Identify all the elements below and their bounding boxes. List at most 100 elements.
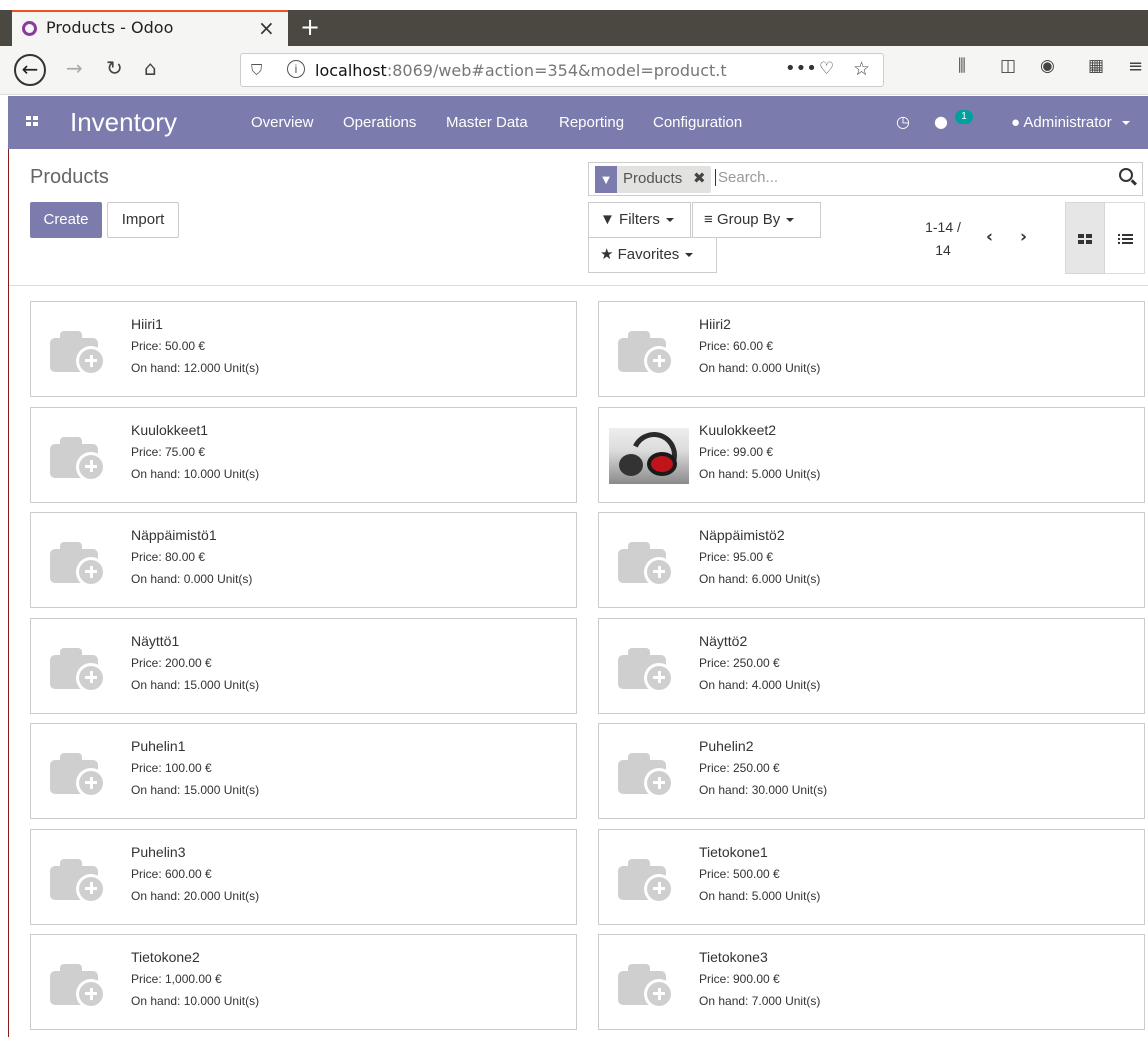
menu-overview[interactable]: Overview xyxy=(251,114,314,131)
product-card[interactable]: Näyttö1 Price: 200.00 € On hand: 15.000 … xyxy=(30,617,577,714)
groupby-button[interactable]: ≡ Group By xyxy=(692,202,821,238)
product-price: Price: 100.00 € xyxy=(131,761,212,775)
kanban-view-button[interactable] xyxy=(1065,202,1105,274)
forward-arrow-icon[interactable]: → xyxy=(66,56,83,80)
product-onhand: On hand: 7.000 Unit(s) xyxy=(699,994,821,1008)
camera-placeholder-icon xyxy=(49,959,111,1009)
product-price: Price: 99.00 € xyxy=(699,444,774,459)
product-card[interactable]: Tietokone2 Price: 1,000.00 € On hand: 10… xyxy=(30,934,577,1030)
groupby-label: Group By xyxy=(716,211,781,228)
product-card[interactable]: Hiiri2 Price: 60.00 € On hand: 0.000 Uni… xyxy=(598,301,1145,397)
search-icon[interactable] xyxy=(1119,168,1133,182)
product-card[interactable]: Kuulokkeet1 Price: 75.00 € On hand: 10.0… xyxy=(30,406,577,503)
facet-label: Products xyxy=(623,170,683,187)
product-card[interactable]: Tietokone1 Price: 500.00 € On hand: 5.00… xyxy=(598,828,1145,925)
product-name: Tietokone1 xyxy=(699,843,768,860)
tab-title: Products - Odoo xyxy=(46,18,174,37)
product-price: Price: 250.00 € xyxy=(699,655,780,670)
product-onhand: On hand: 6.000 Unit(s) xyxy=(699,572,821,586)
star-icon: ★ xyxy=(600,246,614,263)
camera-placeholder-icon xyxy=(617,959,679,1009)
control-panel: Products Create Import ▼ Products ✖ ▼ Fi… xyxy=(9,149,1148,286)
pager-next-icon[interactable]: › xyxy=(1020,227,1027,247)
pocket-icon[interactable]: ♡ xyxy=(819,59,834,79)
product-card[interactable]: Puhelin1 Price: 100.00 € On hand: 15.000… xyxy=(30,723,577,819)
menu-master-data[interactable]: Master Data xyxy=(446,114,528,131)
new-tab-icon[interactable]: + xyxy=(300,10,320,44)
product-onhand: On hand: 30.000 Unit(s) xyxy=(699,783,828,797)
filter-icon: ▼ xyxy=(600,211,615,228)
groupby-icon: ≡ xyxy=(704,211,713,228)
menu-configuration[interactable]: Configuration xyxy=(653,114,742,131)
page-actions-more-icon[interactable]: ••• xyxy=(785,58,817,79)
url-bar[interactable]: ⛉ i localhost:8069/web#action=354&model=… xyxy=(240,53,884,87)
product-card[interactable]: Hiiri1 Price: 50.00 € On hand: 12.000 Un… xyxy=(30,301,577,397)
create-button[interactable]: Create xyxy=(30,202,102,238)
camera-placeholder-icon xyxy=(617,537,679,587)
product-name: Tietokone3 xyxy=(699,949,768,965)
sidebar-toggle-icon[interactable]: ◫ xyxy=(1000,56,1016,76)
product-name: Hiiri2 xyxy=(699,316,731,332)
product-name: Näyttö1 xyxy=(131,632,180,649)
reload-icon[interactable]: ↻ xyxy=(106,56,123,80)
product-card[interactable]: Näppäimistö1 Price: 80.00 € On hand: 0.0… xyxy=(30,512,577,608)
search-facet: ▼ Products ✖ xyxy=(595,166,711,193)
camera-placeholder-icon xyxy=(617,643,679,693)
product-image-headphones xyxy=(609,427,689,484)
pager-previous-icon[interactable]: ‹ xyxy=(986,227,993,247)
apps-grid-icon[interactable] xyxy=(26,116,39,127)
camera-placeholder-icon xyxy=(617,326,679,376)
camera-placeholder-icon xyxy=(617,748,679,798)
product-name: Näyttö2 xyxy=(699,632,748,649)
bookmark-star-icon[interactable]: ☆ xyxy=(853,58,870,80)
app-brand[interactable]: Inventory xyxy=(70,107,177,138)
product-onhand: On hand: 12.000 Unit(s) xyxy=(131,361,260,375)
user-caret-icon xyxy=(1121,121,1130,126)
activity-clock-icon[interactable]: ◷ xyxy=(896,112,910,131)
menu-reporting[interactable]: Reporting xyxy=(559,114,624,131)
product-name: Puhelin1 xyxy=(131,738,186,754)
product-onhand: On hand: 20.000 Unit(s) xyxy=(131,888,260,903)
facet-remove-icon[interactable]: ✖ xyxy=(693,169,706,187)
url-text[interactable]: localhost:8069/web#action=354&model=prod… xyxy=(315,61,745,80)
product-name: Kuulokkeet1 xyxy=(131,421,209,438)
messages-count-badge: 1 xyxy=(955,110,973,124)
tabbar-background xyxy=(288,10,1148,46)
product-onhand: On hand: 5.000 Unit(s) xyxy=(699,466,821,481)
browser-tab-active[interactable]: Products - Odoo × xyxy=(12,10,288,46)
camera-placeholder-icon xyxy=(49,326,111,376)
extension-gift-icon[interactable]: ▦ xyxy=(1088,56,1104,76)
list-view-button[interactable] xyxy=(1105,202,1145,274)
product-card[interactable]: Näyttö2 Price: 250.00 € On hand: 4.000 U… xyxy=(598,617,1145,714)
site-info-icon[interactable]: i xyxy=(287,60,305,78)
filters-button[interactable]: ▼ Filters xyxy=(588,202,691,238)
menu-operations[interactable]: Operations xyxy=(343,114,416,131)
library-icon[interactable]: ⫼ xyxy=(958,56,966,76)
url-path: :8069/web#action=354&model=product.t xyxy=(386,61,727,80)
home-icon[interactable]: ⌂ xyxy=(144,56,157,80)
hamburger-menu-icon[interactable]: ≡ xyxy=(1128,56,1143,77)
messages-chat-icon[interactable]: ● xyxy=(934,112,948,131)
product-card[interactable]: Kuulokkeet2 Price: 99.00 € On hand: 5.00… xyxy=(598,406,1145,503)
back-arrow-icon[interactable]: ← xyxy=(14,54,46,86)
pager-value[interactable]: 1-14 / 14 xyxy=(915,216,971,262)
favorites-button[interactable]: ★ Favorites xyxy=(588,237,717,273)
list-view-icon xyxy=(1118,234,1133,245)
account-icon[interactable]: ◉ xyxy=(1040,56,1055,76)
tab-close-icon[interactable]: × xyxy=(258,16,275,40)
product-price: Price: 80.00 € xyxy=(131,550,206,564)
user-menu[interactable]: ● Administrator xyxy=(1011,114,1130,131)
pager-range: 1-14 / xyxy=(925,219,961,235)
product-card[interactable]: Puhelin3 Price: 600.00 € On hand: 20.000… xyxy=(30,828,577,925)
product-card[interactable]: Tietokone3 Price: 900.00 € On hand: 7.00… xyxy=(598,934,1145,1030)
product-onhand: On hand: 0.000 Unit(s) xyxy=(699,361,821,375)
favorites-caret-icon xyxy=(685,253,694,258)
tracking-shield-icon[interactable]: ⛉ xyxy=(251,61,262,79)
search-input[interactable] xyxy=(715,169,1095,186)
product-onhand: On hand: 4.000 Unit(s) xyxy=(699,677,821,692)
camera-placeholder-icon xyxy=(617,854,679,904)
import-button[interactable]: Import xyxy=(107,202,179,238)
product-card[interactable]: Puhelin2 Price: 250.00 € On hand: 30.000… xyxy=(598,723,1145,819)
product-card[interactable]: Näppäimistö2 Price: 95.00 € On hand: 6.0… xyxy=(598,512,1145,608)
product-price: Price: 75.00 € xyxy=(131,444,206,459)
